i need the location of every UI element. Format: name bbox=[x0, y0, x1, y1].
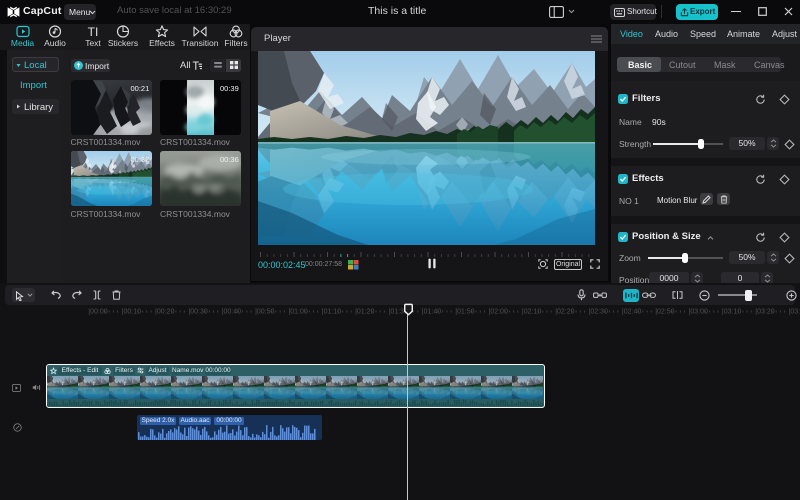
svg-text:|03:30: |03:30 bbox=[789, 309, 800, 316]
svg-text:TI: TI bbox=[88, 25, 99, 38]
